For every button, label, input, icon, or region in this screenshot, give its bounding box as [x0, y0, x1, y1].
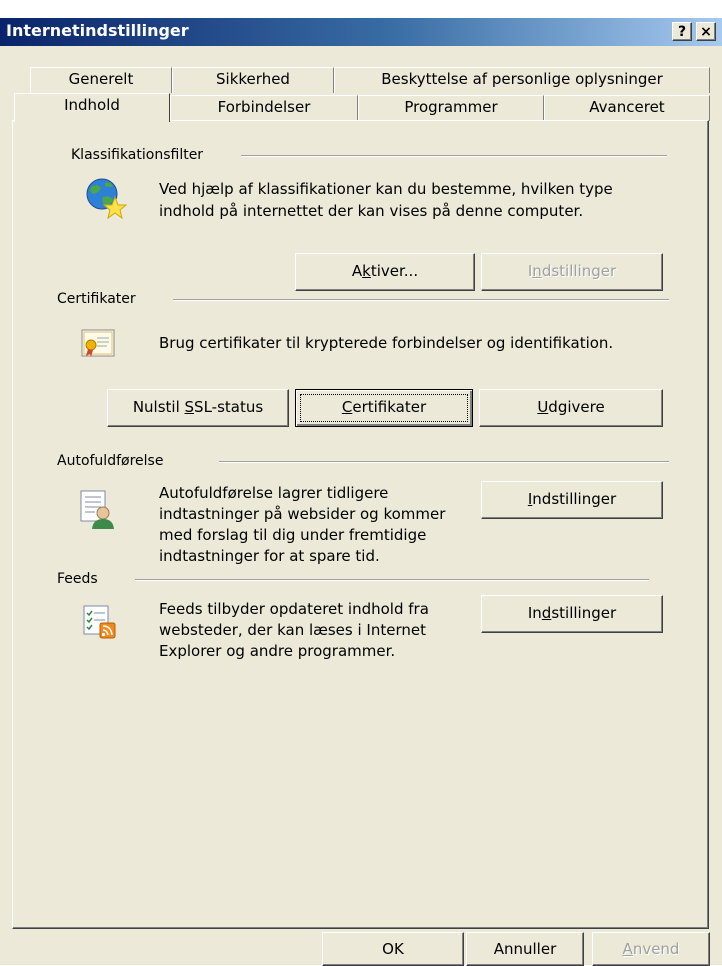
tab-panel-indhold: Klassifikationsfilter Ved hjælp af klass… [12, 119, 709, 929]
clear-ssl-label: Nulstil SSL-status [132, 398, 264, 416]
autocomplete-settings-button[interactable]: Indstillinger [481, 481, 663, 519]
certificates-label: Certifikater [57, 291, 142, 307]
globe-star-icon [83, 175, 128, 223]
tab-forbindelser[interactable]: Forbindelser [170, 95, 358, 121]
autocomplete-separator [219, 461, 669, 463]
certificates-description: Brug certifikater til krypterede forbind… [159, 334, 614, 352]
tab-generelt[interactable]: Generelt [30, 67, 172, 93]
autocomplete-description-3: med forslag til dig under fremtidige [159, 526, 427, 544]
autocomplete-description-2: indtastninger på websider og kommer [159, 505, 446, 523]
ok-button[interactable]: OK [322, 932, 464, 966]
feeds-description-1: Feeds tilbyder opdateret indhold fra [159, 600, 429, 618]
tab-avanceret[interactable]: Avanceret [544, 95, 710, 121]
feeds-rss-icon [83, 605, 117, 643]
autocomplete-settings-label: Indstillinger [527, 490, 617, 508]
help-button[interactable]: ? [672, 22, 692, 41]
tab-indhold[interactable]: Indhold [14, 93, 170, 122]
content-advisor-description-1: Ved hjælp af klassifikationer kan du bes… [159, 180, 613, 198]
feeds-separator [135, 579, 649, 581]
content-advisor-settings-label: Indstillinger [527, 262, 617, 280]
window-title: Internetindstillinger [6, 21, 189, 40]
feeds-description-2: websteder, der kan læses i Internet [159, 621, 426, 639]
certificate-icon [81, 329, 115, 363]
close-button[interactable]: × [696, 22, 716, 41]
content-advisor-separator [241, 155, 667, 157]
publishers-button[interactable]: Udgivere [479, 389, 663, 427]
tab-programmer[interactable]: Programmer [358, 95, 544, 121]
content-advisor-settings-button[interactable]: Indstillinger [481, 253, 663, 291]
autocomplete-user-icon [79, 489, 115, 533]
certificates-button[interactable]: Certifikater [295, 389, 473, 427]
apply-label: Anvend [622, 940, 680, 958]
certificates-button-focus: Certifikater [300, 394, 468, 422]
tab-sikkerhed[interactable]: Sikkerhed [172, 67, 334, 93]
content-advisor-description-2: indhold på internettet der kan vises på … [159, 202, 584, 220]
internet-options-dialog: Internetindstillinger ? × Generelt Sikke… [0, 18, 722, 966]
title-bar[interactable]: Internetindstillinger ? × [0, 18, 722, 46]
enable-content-advisor-button[interactable]: Aktiver... [295, 253, 475, 291]
enable-button-label: Aktiver... [351, 262, 419, 280]
content-advisor-label: Klassifikationsfilter [71, 147, 210, 163]
autocomplete-description-4: indtastninger for at spare tid. [159, 547, 380, 565]
feeds-description-3: Explorer og andre programmer. [159, 642, 396, 660]
publishers-label: Udgivere [537, 398, 605, 416]
autocomplete-description-1: Autofuldførelse lagrer tidligere [159, 484, 389, 502]
autocomplete-label: Autofuldførelse [57, 453, 170, 469]
feeds-label: Feeds [57, 571, 104, 587]
apply-button[interactable]: Anvend [592, 932, 710, 966]
clear-ssl-state-button[interactable]: Nulstil SSL-status [107, 389, 289, 427]
tab-beskyttelse[interactable]: Beskyttelse af personlige oplysninger [334, 67, 710, 93]
certificates-separator [173, 299, 669, 301]
feeds-settings-label: Indstillinger [527, 604, 617, 622]
feeds-settings-button[interactable]: Indstillinger [481, 595, 663, 633]
cancel-button[interactable]: Annuller [466, 932, 584, 966]
